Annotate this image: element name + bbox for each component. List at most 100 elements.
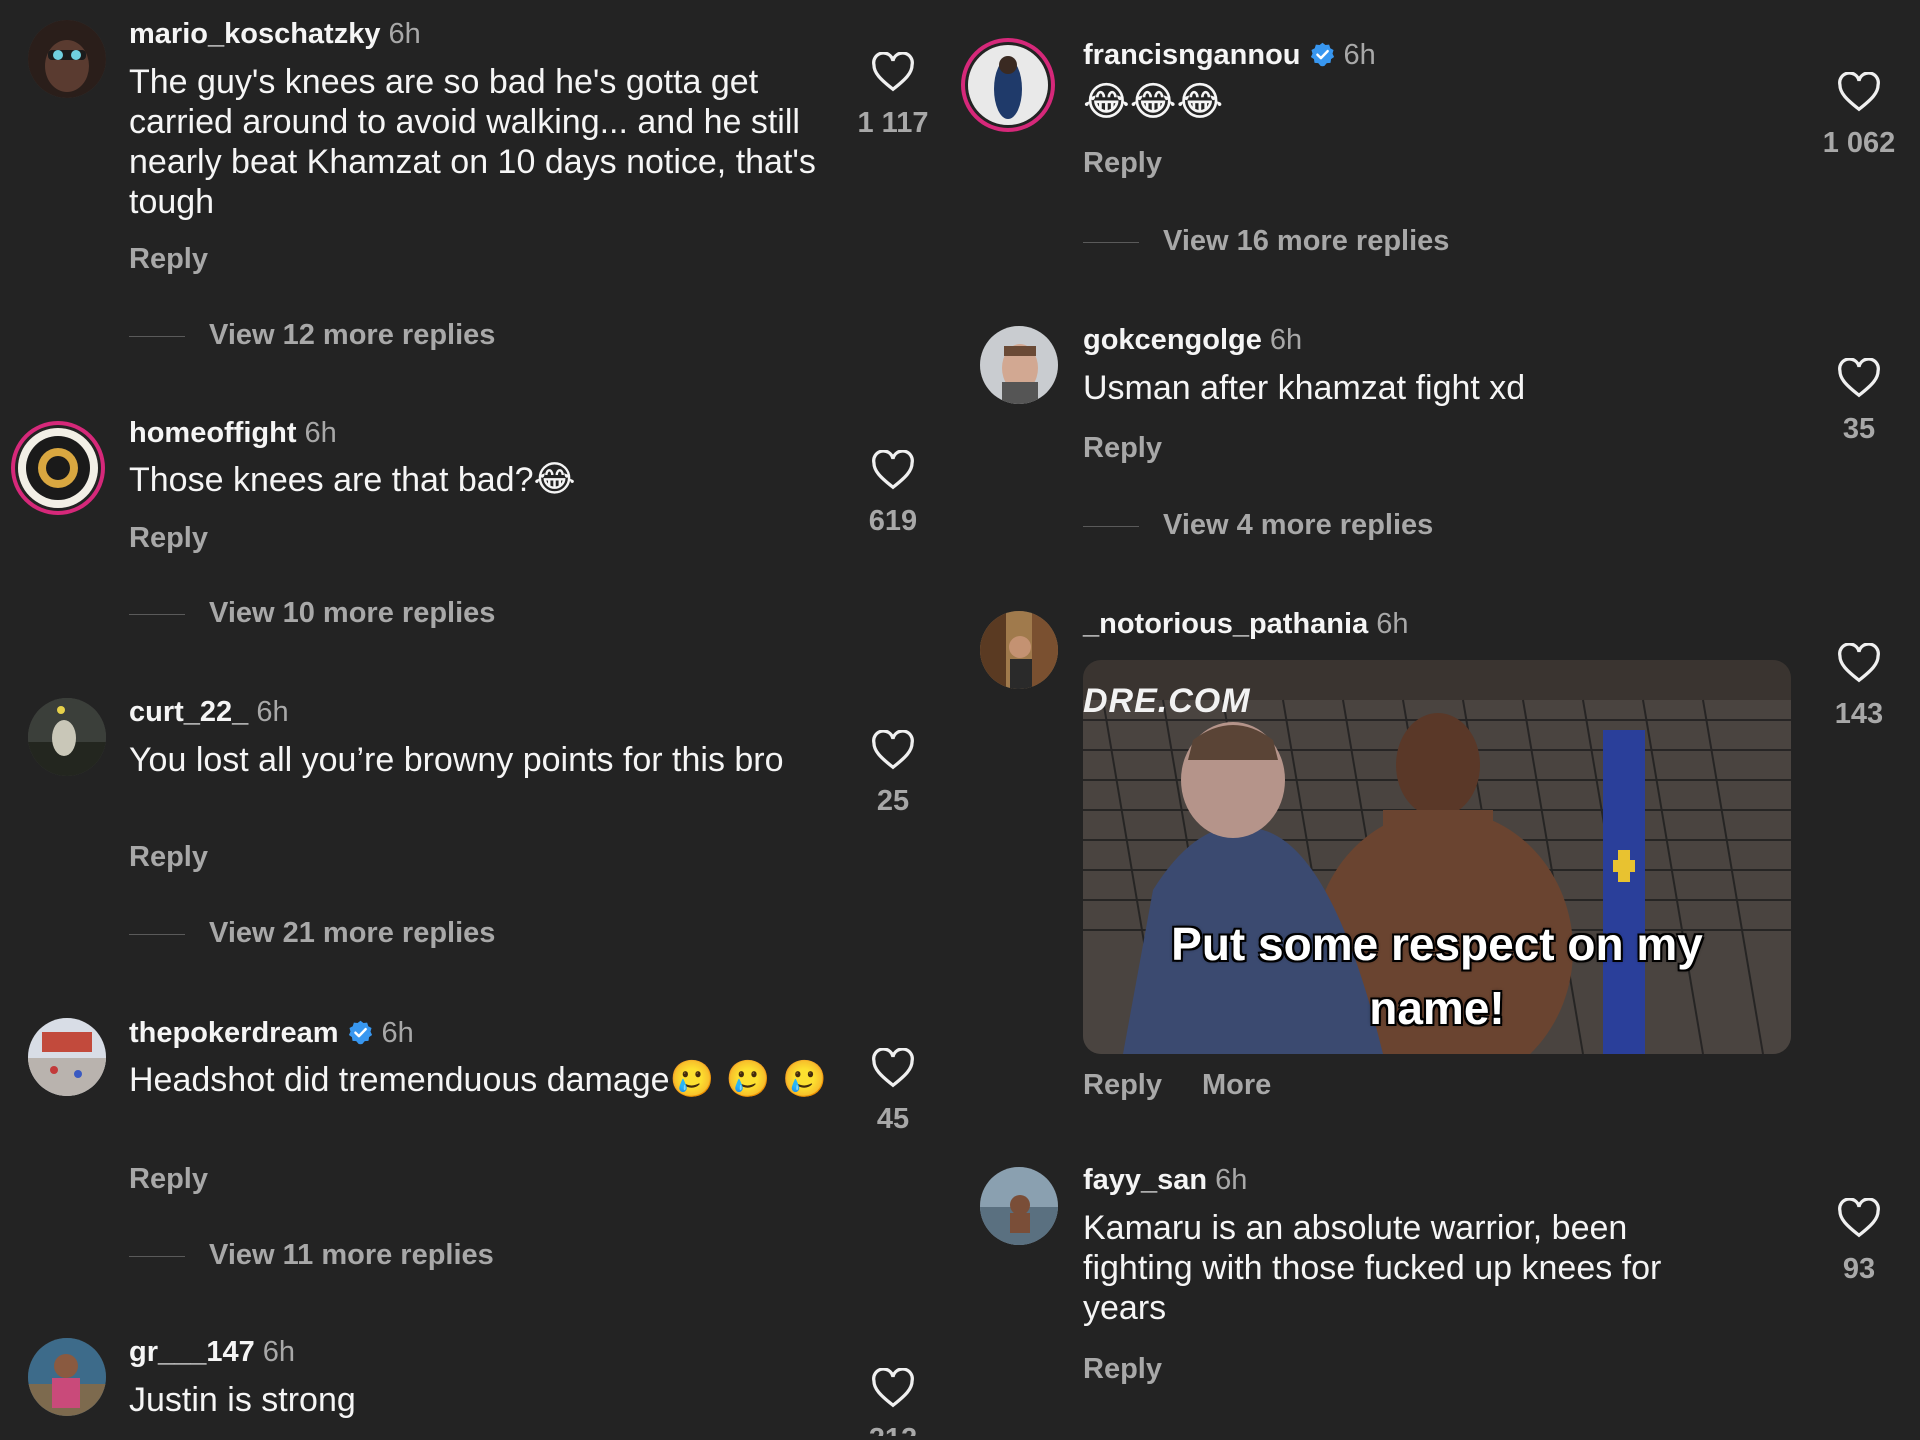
like-button[interactable]: 25 (838, 730, 948, 818)
username[interactable]: gokcengolge (1083, 324, 1262, 356)
like-button[interactable]: 93 (1804, 1198, 1914, 1286)
heart-outline-icon (872, 1368, 914, 1408)
timestamp: 6h (388, 18, 421, 50)
username[interactable]: _notorious_pathania (1083, 608, 1368, 640)
gif-watermark: DRE.COM (1083, 682, 1251, 720)
comment-text-body: Headshot did tremenduous damage (129, 1061, 670, 1099)
reply-button[interactable]: Reply (129, 1163, 208, 1195)
timestamp: 6h (256, 696, 289, 728)
comment-text: Kamaru is an absolute warrior, been figh… (1083, 1209, 1662, 1327)
view-replies-button[interactable]: View 11 more replies (129, 1238, 494, 1272)
view-replies-button[interactable]: View 4 more replies (1083, 508, 1433, 542)
verified-badge-icon (1310, 42, 1334, 67)
comment-text: Those knees are that bad?😂 (129, 460, 829, 500)
avatar[interactable] (18, 428, 98, 508)
view-replies-label: View 12 more replies (209, 319, 496, 351)
comment-header: francisngannou 6h (1083, 38, 1376, 72)
like-count: 619 (868, 505, 918, 537)
view-replies-button[interactable]: View 16 more replies (1083, 224, 1449, 258)
comment-actions: Reply (129, 242, 208, 276)
like-button[interactable]: 1 062 (1804, 72, 1914, 160)
username[interactable]: curt_22_ (129, 696, 248, 728)
username[interactable]: francisngannou (1083, 39, 1301, 71)
avatar[interactable] (28, 1338, 106, 1416)
view-replies-label: View 11 more replies (209, 1239, 494, 1271)
heart-outline-icon (872, 450, 914, 490)
reply-button[interactable]: Reply (1083, 1069, 1162, 1101)
comment-actions: Reply (129, 840, 208, 874)
like-button[interactable]: 45 (838, 1048, 948, 1136)
timestamp: 6h (1343, 39, 1376, 71)
avatar[interactable] (28, 698, 106, 776)
reply-button[interactable]: Reply (129, 243, 208, 275)
like-count: 143 (1834, 698, 1884, 730)
comment-text: The guy's knees are so bad he's gotta ge… (129, 63, 816, 221)
view-replies-label: View 10 more replies (209, 597, 496, 629)
comment-header: gokcengolge 6h (1083, 323, 1302, 357)
timestamp: 6h (381, 1017, 414, 1049)
username[interactable]: thepokerdream (129, 1017, 339, 1049)
comment-text: Headshot did tremenduous damage🥲 🥲 🥲 (129, 1060, 829, 1100)
timestamp: 6h (262, 1336, 296, 1368)
comment-header: fayy_san 6h (1083, 1163, 1247, 1197)
timestamp: 6h (1215, 1164, 1248, 1196)
like-button[interactable]: 35 (1804, 358, 1914, 446)
like-button[interactable]: 212 (838, 1368, 948, 1436)
timestamp: 6h (1376, 608, 1409, 640)
verified-badge-icon (348, 1020, 372, 1045)
like-count: 1 117 (857, 107, 929, 139)
replies-divider (129, 1255, 185, 1257)
heart-outline-icon (872, 52, 914, 92)
heart-outline-icon (1838, 358, 1880, 398)
avatar[interactable] (980, 611, 1058, 689)
avatar[interactable] (28, 20, 106, 98)
comment-actions: Reply (1083, 1352, 1162, 1386)
heart-outline-icon (872, 730, 914, 770)
reply-button[interactable]: Reply (1083, 1353, 1162, 1385)
comment-header: curt_22_ 6h (129, 695, 289, 729)
timestamp: 6h (1269, 324, 1303, 356)
avatar[interactable] (980, 326, 1058, 404)
like-count: 93 (1842, 1253, 1876, 1285)
comment-text: You lost all you’re browny points for th… (129, 741, 784, 779)
username[interactable]: fayy_san (1083, 1164, 1207, 1196)
like-count: 212 (838, 1422, 948, 1436)
gif-caption: Put some respect on my name! (1171, 918, 1703, 1034)
username[interactable]: gr___147 (129, 1336, 255, 1368)
replies-divider (1083, 241, 1139, 243)
comment-actions: Reply (129, 1162, 208, 1196)
laughing-emoji: 😂😂😂 (1083, 79, 1224, 125)
avatar[interactable] (980, 1167, 1058, 1245)
like-count: 35 (1842, 413, 1876, 445)
reply-button[interactable]: Reply (129, 522, 208, 554)
comment-header: homeoffight 6h (129, 416, 337, 450)
like-button[interactable]: 143 (1804, 643, 1914, 731)
comment-text-body: Those knees are that bad? (129, 461, 534, 499)
gif-image[interactable]: DRE.COM Put some respect on my name! (1083, 660, 1791, 1054)
username[interactable]: homeoffight (129, 417, 297, 449)
heart-outline-icon (872, 1048, 914, 1088)
view-replies-button[interactable]: View 21 more replies (129, 916, 495, 950)
comment-header: thepokerdream 6h (129, 1016, 414, 1050)
comment-text: Justin is strong (129, 1381, 356, 1419)
avatar[interactable] (28, 1018, 106, 1096)
reply-button[interactable]: Reply (1083, 432, 1162, 464)
reply-button[interactable]: Reply (1083, 147, 1162, 179)
more-button[interactable]: More (1202, 1069, 1271, 1101)
username[interactable]: mario_koschatzky (129, 18, 380, 50)
reply-button[interactable]: Reply (129, 841, 208, 873)
avatar[interactable] (968, 45, 1048, 125)
view-replies-label: View 4 more replies (1163, 509, 1434, 541)
like-count: 25 (876, 785, 910, 817)
view-replies-button[interactable]: View 12 more replies (129, 318, 495, 352)
like-count: 1 062 (1822, 127, 1896, 159)
like-button[interactable]: 1 117 (838, 52, 948, 140)
view-replies-button[interactable]: View 10 more replies (129, 596, 495, 630)
heart-outline-icon (1838, 72, 1880, 112)
comment-actions: Reply (1083, 431, 1162, 465)
comment-actions: Reply (129, 521, 208, 555)
comment-text: 😂😂😂 (1083, 82, 1743, 124)
heart-outline-icon (1838, 1198, 1880, 1238)
comment-header: _notorious_pathania 6h (1083, 607, 1408, 641)
like-button[interactable]: 619 (838, 450, 948, 538)
